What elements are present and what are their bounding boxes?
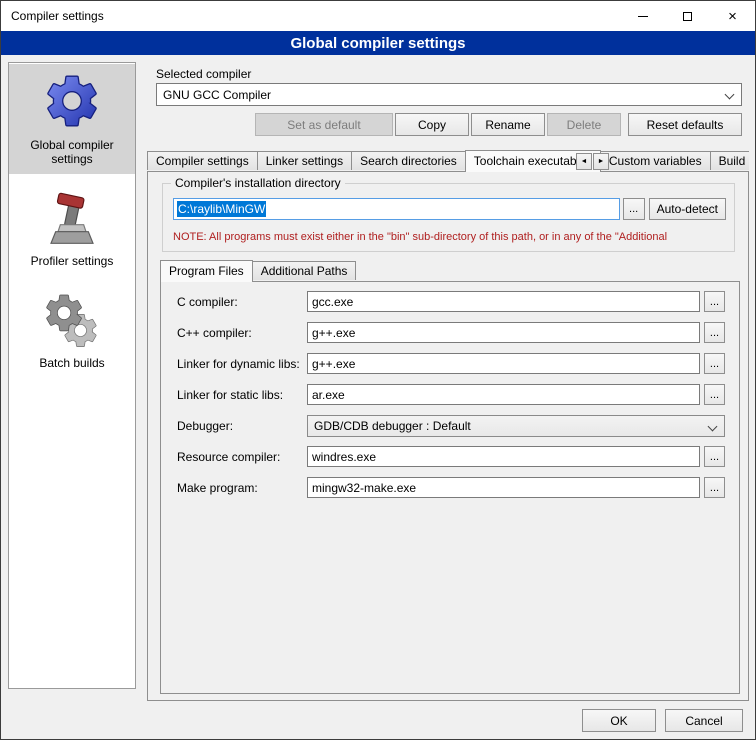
note-text: NOTE: All programs must exist either in … — [173, 231, 731, 243]
sidebar-item-label: Profiler settings — [16, 254, 128, 268]
minimize-button[interactable] — [620, 1, 665, 31]
static-linker-input[interactable] — [307, 384, 700, 405]
tab-compiler-settings[interactable]: Compiler settings — [147, 151, 258, 170]
debugger-select-value: GDB/CDB debugger : Default — [314, 419, 471, 433]
page-title: Global compiler settings — [1, 31, 755, 55]
auto-detect-button[interactable]: Auto-detect — [649, 198, 726, 220]
cpp-compiler-input[interactable] — [307, 322, 700, 343]
browse-resource-compiler-button[interactable]: ... — [704, 446, 725, 467]
form-row-cpp-compiler: C++ compiler: ... — [177, 322, 725, 343]
form-row-debugger: Debugger: GDB/CDB debugger : Default — [177, 415, 725, 436]
resource-compiler-label: Resource compiler: — [177, 450, 307, 464]
sidebar: Global compiler settings Profiler settin… — [8, 62, 136, 689]
settings-tabstrip: Compiler settings Linker settings Search… — [147, 150, 749, 172]
tab-search-directories[interactable]: Search directories — [351, 151, 466, 170]
compiler-settings-window: Compiler settings × Global compiler sett… — [0, 0, 756, 740]
chevron-down-icon — [708, 421, 718, 431]
sidebar-item-profiler-settings[interactable]: Profiler settings — [9, 186, 135, 276]
form-row-c-compiler: C compiler: ... — [177, 291, 725, 312]
form-row-resource-compiler: Resource compiler: ... — [177, 446, 725, 467]
compiler-actions: Set as default Copy Rename Delete Reset … — [156, 113, 742, 136]
dialog-footer: OK Cancel — [582, 709, 743, 732]
form-row-dynamic-linker: Linker for dynamic libs: ... — [177, 353, 725, 374]
window-controls: × — [620, 1, 755, 31]
browse-cpp-compiler-button[interactable]: ... — [704, 322, 725, 343]
titlebar: Compiler settings × — [1, 1, 755, 31]
tab-additional-paths[interactable]: Additional Paths — [252, 261, 357, 280]
delete-button[interactable]: Delete — [547, 113, 621, 136]
rename-button[interactable]: Rename — [471, 113, 545, 136]
cpp-compiler-label: C++ compiler: — [177, 326, 307, 340]
c-compiler-input[interactable] — [307, 291, 700, 312]
debugger-label: Debugger: — [177, 419, 307, 433]
tab-custom-variables[interactable]: Custom variables — [600, 151, 711, 170]
static-linker-label: Linker for static libs: — [177, 388, 307, 402]
program-files-panel: C compiler: ... C++ compiler: ... Linker… — [160, 281, 740, 694]
install-dir-selected-text: C:\raylib\MinGW — [177, 201, 266, 217]
debugger-select[interactable]: GDB/CDB debugger : Default — [307, 415, 725, 437]
install-dir-input[interactable]: C:\raylib\MinGW — [173, 198, 620, 220]
tab-scroll-right-button[interactable]: ► — [593, 153, 609, 170]
sidebar-item-label: Batch builds — [16, 356, 128, 370]
reset-defaults-button[interactable]: Reset defaults — [628, 113, 742, 136]
minimize-icon — [638, 16, 648, 17]
dynamic-linker-input[interactable] — [307, 353, 700, 374]
close-button[interactable]: × — [710, 1, 755, 31]
ok-button[interactable]: OK — [582, 709, 656, 732]
sidebar-item-global-compiler-settings[interactable]: Global compiler settings — [9, 64, 135, 174]
tab-scroll-buttons: ◄ ► — [575, 153, 609, 170]
toolchain-executables-panel: Compiler's installation directory C:\ray… — [147, 171, 749, 701]
make-program-label: Make program: — [177, 481, 307, 495]
browse-dynamic-linker-button[interactable]: ... — [704, 353, 725, 374]
chevron-down-icon — [725, 90, 735, 100]
form-row-make-program: Make program: ... — [177, 477, 725, 498]
window-title: Compiler settings — [1, 9, 104, 23]
c-compiler-label: C compiler: — [177, 295, 307, 309]
selected-compiler-label: Selected compiler — [156, 67, 251, 81]
dynamic-linker-label: Linker for dynamic libs: — [177, 357, 307, 371]
set-as-default-button[interactable]: Set as default — [255, 113, 393, 136]
browse-static-linker-button[interactable]: ... — [704, 384, 725, 405]
make-program-input[interactable] — [307, 477, 700, 498]
browse-make-program-button[interactable]: ... — [704, 477, 725, 498]
install-dir-groupbox: Compiler's installation directory C:\ray… — [162, 183, 735, 252]
program-files-tabstrip: Program Files Additional Paths — [160, 260, 356, 282]
form-row-static-linker: Linker for static libs: ... — [177, 384, 725, 405]
toolchain-form: C compiler: ... C++ compiler: ... Linker… — [161, 291, 739, 498]
tab-program-files[interactable]: Program Files — [160, 260, 253, 282]
install-dir-row: C:\raylib\MinGW ... Auto-detect — [173, 198, 726, 220]
close-icon: × — [728, 9, 737, 24]
tab-scroll-left-button[interactable]: ◄ — [576, 153, 592, 170]
cancel-button[interactable]: Cancel — [665, 709, 743, 732]
compiler-select[interactable]: GNU GCC Compiler — [156, 83, 742, 106]
maximize-button[interactable] — [665, 1, 710, 31]
groupbox-title: Compiler's installation directory — [171, 176, 345, 190]
maximize-icon — [683, 12, 692, 21]
tab-linker-settings[interactable]: Linker settings — [257, 151, 352, 170]
sidebar-item-batch-builds[interactable]: Batch builds — [9, 288, 135, 378]
browse-c-compiler-button[interactable]: ... — [704, 291, 725, 312]
sidebar-item-label: Global compiler settings — [16, 138, 128, 166]
gear-icon — [41, 70, 103, 132]
copy-button[interactable]: Copy — [395, 113, 469, 136]
profiler-icon — [44, 192, 100, 248]
compiler-select-value: GNU GCC Compiler — [163, 88, 271, 102]
browse-install-dir-button[interactable]: ... — [623, 198, 645, 220]
resource-compiler-input[interactable] — [307, 446, 700, 467]
tab-build-options[interactable]: Build — [710, 151, 749, 170]
batch-builds-icon — [44, 294, 100, 350]
